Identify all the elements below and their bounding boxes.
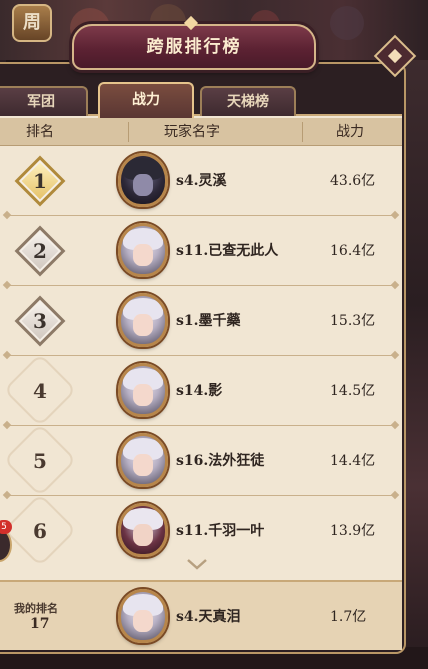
table-header: 排名 玩家名字 战力	[0, 118, 402, 146]
power-value: 43.6亿	[330, 173, 376, 189]
avatar[interactable]	[118, 223, 168, 277]
column-divider	[128, 122, 129, 142]
avatar[interactable]	[118, 589, 168, 643]
table-row[interactable]: 3 s1.墨千藥 15.3亿	[0, 286, 402, 356]
column-header-rank: 排名	[26, 124, 54, 140]
background-blob	[330, 6, 364, 40]
page-title: 跨服排行榜	[146, 37, 242, 57]
tab-legion-label: 军团	[27, 94, 55, 110]
table-row[interactable]: 5 s16.法外狂徒 14.4亿	[0, 423, 402, 497]
column-header-power: 战力	[336, 124, 364, 140]
tab-ladder[interactable]: 天梯榜	[200, 86, 296, 116]
my-rank-label: 我的排名	[14, 602, 58, 615]
my-rank-row[interactable]: 我的排名 17 s4.天真泪 1.7亿	[0, 580, 402, 650]
tab-power-label: 战力	[132, 92, 160, 108]
avatar[interactable]	[118, 363, 168, 417]
scroll-down-chevron-icon[interactable]	[186, 558, 208, 572]
power-value: 13.9亿	[330, 523, 376, 539]
title-banner: 跨服排行榜	[72, 24, 316, 70]
rank-number: 3	[33, 309, 47, 333]
column-divider	[302, 122, 303, 142]
table-row[interactable]: 4 s14.影 14.5亿	[0, 353, 402, 427]
avatar-face	[133, 384, 153, 406]
avatar-face	[133, 314, 153, 336]
rank-number: 1	[33, 169, 47, 193]
rank-number: 4	[33, 379, 47, 403]
player-name: s16.法外狂徒	[176, 453, 265, 469]
avatar-face	[133, 524, 153, 546]
tab-ladder-label: 天梯榜	[227, 94, 269, 110]
power-value: 1.7亿	[330, 609, 367, 625]
avatar[interactable]	[118, 153, 168, 207]
player-name: s11.千羽一叶	[176, 523, 265, 539]
table-row[interactable]: 1 s4.灵溪 43.6亿	[0, 146, 402, 216]
avatar[interactable]	[118, 503, 168, 557]
avatar[interactable]	[118, 433, 168, 487]
player-name: s4.灵溪	[176, 173, 227, 189]
leaderboard-list[interactable]: 1 s4.灵溪 43.6亿 2 s11.已查无此人 16.4亿 3 s1.墨千藥…	[0, 146, 402, 578]
avatar-face	[133, 454, 153, 476]
player-name: s14.影	[176, 383, 223, 399]
my-rank-number: 17	[30, 616, 50, 632]
power-value: 16.4亿	[330, 243, 376, 259]
weekly-shop-icon[interactable]: 周	[12, 4, 52, 42]
player-name: s4.天真泪	[176, 609, 241, 625]
table-row[interactable]: 2 s11.已查无此人 16.4亿	[0, 216, 402, 286]
rank-number: 6	[33, 519, 47, 543]
avatar-face	[133, 244, 153, 266]
tab-power[interactable]: 战力	[98, 82, 194, 118]
rank-number: 2	[33, 239, 47, 263]
power-value: 14.4亿	[330, 453, 376, 469]
tab-legion[interactable]: 军团	[0, 86, 88, 116]
table-row[interactable]: 6 s11.千羽一叶 13.9亿	[0, 493, 402, 567]
avatar[interactable]	[118, 293, 168, 347]
power-value: 14.5亿	[330, 383, 376, 399]
rank-number: 5	[33, 449, 47, 473]
avatar-face	[133, 174, 153, 196]
player-name: s11.已查无此人	[176, 243, 279, 259]
column-header-player-name: 玩家名字	[164, 124, 220, 140]
player-name: s1.墨千藥	[176, 313, 241, 329]
avatar-face	[133, 610, 153, 632]
power-value: 15.3亿	[330, 313, 376, 329]
